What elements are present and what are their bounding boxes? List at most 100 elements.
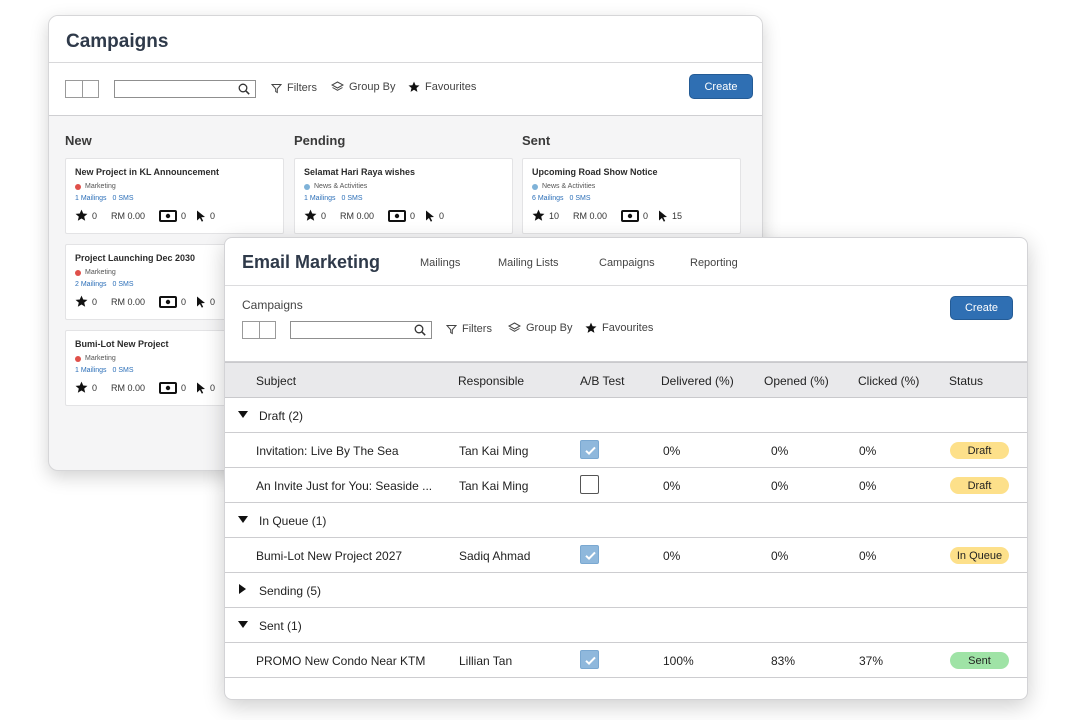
tag-dot-icon (75, 355, 81, 362)
view-toggle[interactable] (65, 80, 99, 98)
card-revenue: RM 0.00 (111, 296, 146, 307)
col-delivered[interactable]: Delivered (%) (661, 374, 734, 388)
card-tag-label: News & Activities (542, 183, 596, 190)
view-toggle[interactable] (242, 321, 276, 339)
cell-subject: Invitation: Live By The Sea (256, 444, 399, 458)
card-mailings-link[interactable]: 1 Mailings (304, 195, 336, 202)
col-subject[interactable]: Subject (256, 374, 296, 388)
check-icon (585, 446, 596, 456)
ab-test-checkbox[interactable] (580, 475, 599, 494)
table-row[interactable]: PROMO New Condo Near KTM Lillian Tan 100… (225, 643, 1027, 678)
favourites-button[interactable]: Favourites (408, 81, 476, 93)
filters-button[interactable]: Filters (446, 323, 492, 335)
nav-mailing-lists[interactable]: Mailing Lists (498, 257, 559, 269)
caret-down-icon[interactable] (238, 411, 248, 418)
cell-clicked: 0% (859, 444, 877, 458)
group-row[interactable]: Sending (5) (225, 573, 1027, 608)
card-clicks: 0 (196, 210, 215, 222)
group-label: Sent (1) (259, 619, 302, 633)
app-title: Email Marketing (242, 252, 381, 272)
filters-label: Filters (287, 82, 317, 94)
col-opened[interactable]: Opened (%) (764, 374, 829, 388)
card-views-value: 0 (181, 296, 187, 307)
card-views-value: 0 (181, 382, 187, 393)
col-ab-test[interactable]: A/B Test (580, 374, 624, 388)
group-by-label: Group By (349, 81, 396, 93)
kanban-toolbar: Filters Group By Favourites Create (49, 63, 762, 116)
search-input[interactable] (290, 321, 432, 339)
filter-icon (446, 324, 457, 334)
col-responsible[interactable]: Responsible (458, 374, 524, 388)
card-links: 1 Mailings 0 SMS (304, 195, 512, 202)
card-mailings-link[interactable]: 2 Mailings (75, 281, 107, 288)
card-revenue: RM 0.00 (340, 210, 375, 221)
caret-down-icon[interactable] (238, 621, 248, 628)
cell-clicked: 0% (859, 479, 877, 493)
caret-right-icon[interactable] (239, 584, 246, 594)
card-mailings-link[interactable]: 1 Mailings (75, 195, 107, 202)
filters-button[interactable]: Filters (271, 82, 317, 94)
card-tag-label: Marketing (85, 183, 116, 190)
kanban-card[interactable]: Upcoming Road Show Notice News & Activit… (522, 158, 741, 234)
card-stars: 0 (75, 381, 97, 394)
caret-down-icon[interactable] (238, 516, 248, 523)
ab-test-checkbox[interactable] (580, 650, 599, 669)
create-button[interactable]: Create (689, 74, 753, 99)
cell-opened: 0% (771, 444, 789, 458)
card-sms-link[interactable]: 0 SMS (113, 367, 134, 374)
campaigns-table: Subject Responsible A/B Test Delivered (… (225, 362, 1027, 678)
card-sms-link[interactable]: 0 SMS (342, 195, 363, 202)
card-views: 0 (621, 209, 648, 222)
card-stars: 0 (75, 209, 97, 222)
card-tag-label: News & Activities (314, 183, 368, 190)
search-input[interactable] (114, 80, 256, 98)
card-sms-link[interactable]: 0 SMS (113, 195, 134, 202)
nav-campaigns[interactable]: Campaigns (599, 257, 655, 269)
group-row[interactable]: Draft (2) (225, 398, 1027, 433)
card-links: 1 Mailings 0 SMS (75, 195, 283, 202)
top-navigation: Email Marketing Mailings Mailing Lists C… (225, 238, 1027, 286)
card-title: New Project in KL Announcement (75, 167, 220, 177)
table-row[interactable]: Bumi-Lot New Project 2027 Sadiq Ahmad 0%… (225, 538, 1027, 573)
card-stars-value: 10 (549, 210, 560, 221)
card-tag: News & Activities (532, 183, 740, 190)
col-clicked[interactable]: Clicked (%) (858, 374, 919, 388)
star-icon (408, 81, 420, 92)
ab-test-checkbox[interactable] (580, 440, 599, 459)
status-badge: Sent (950, 652, 1009, 669)
kanban-card[interactable]: Selamat Hari Raya wishes News & Activiti… (294, 158, 513, 234)
star-icon (304, 209, 317, 221)
card-clicks: 0 (196, 296, 215, 308)
group-row[interactable]: In Queue (1) (225, 503, 1027, 538)
card-mailings-link[interactable]: 1 Mailings (75, 367, 107, 374)
group-label: In Queue (1) (259, 514, 327, 528)
column-title-pending: Pending (294, 133, 346, 148)
nav-reporting[interactable]: Reporting (690, 257, 738, 269)
tag-dot-icon (304, 183, 310, 190)
group-row[interactable]: Sent (1) (225, 608, 1027, 643)
table-row[interactable]: An Invite Just for You: Seaside ... Tan … (225, 468, 1027, 503)
money-icon (159, 209, 178, 222)
group-by-button[interactable]: Group By (508, 322, 572, 334)
card-views: 0 (159, 381, 187, 394)
kanban-card[interactable]: New Project in KL Announcement Marketing… (65, 158, 284, 234)
ab-test-checkbox[interactable] (580, 545, 599, 564)
nav-mailings[interactable]: Mailings (420, 257, 460, 269)
card-sms-link[interactable]: 0 SMS (570, 195, 591, 202)
create-button[interactable]: Create (950, 296, 1013, 320)
favourites-label: Favourites (602, 322, 654, 334)
favourites-button[interactable]: Favourites (585, 322, 653, 334)
search-icon (414, 324, 426, 336)
group-by-button[interactable]: Group By (331, 81, 395, 93)
cell-delivered: 100% (663, 654, 694, 668)
card-mailings-link[interactable]: 6 Mailings (532, 195, 564, 202)
table-row[interactable]: Invitation: Live By The Sea Tan Kai Ming… (225, 433, 1027, 468)
cursor-icon (426, 210, 435, 222)
card-revenue: RM 0.00 (111, 210, 146, 221)
card-stars: 0 (75, 295, 97, 308)
star-icon (75, 295, 88, 307)
cell-opened: 83% (771, 654, 796, 668)
col-status[interactable]: Status (949, 374, 983, 388)
check-icon (585, 551, 596, 561)
card-sms-link[interactable]: 0 SMS (113, 281, 134, 288)
